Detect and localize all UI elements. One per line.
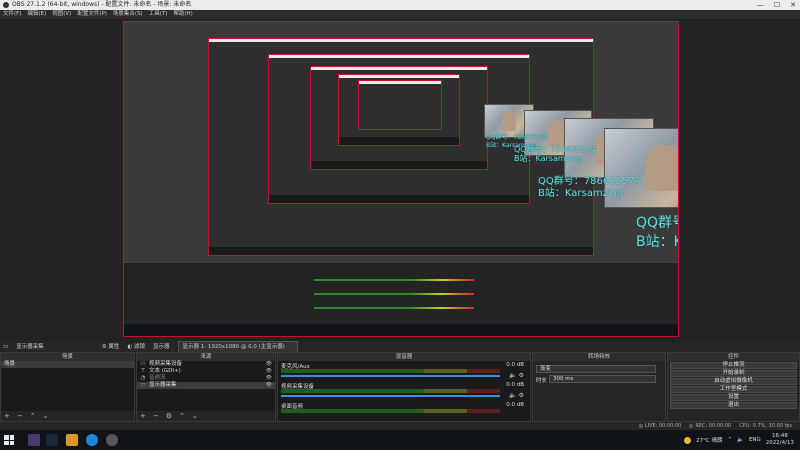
controls-dock: 控件 停止推流 开始录制 启动虚拟摄像机 工作室模式 设置 退出 [667, 352, 800, 422]
mixer-channel: 桌面音频 0.0 dB [278, 401, 530, 421]
up-icon[interactable]: ⌃ [179, 411, 185, 421]
filters-button[interactable]: ◐ 滤镜 [127, 342, 145, 352]
virtual-camera-button[interactable]: 启动虚拟摄像机 [670, 378, 797, 385]
live-status: LIVE: 00:00:00 [638, 422, 681, 430]
window-controls: — ☐ ✕ [757, 0, 796, 10]
properties-button[interactable]: ⚙ 属性 [102, 342, 120, 352]
preview-area: QQ群号：786635574 B站：Karsamzing QQ群号：786635… [0, 19, 800, 342]
source-item[interactable]: T 文本 (GDI+) 👁 [137, 368, 275, 375]
text-icon: T [141, 368, 145, 374]
source-toolbar: ▭ 显示器采集 ⚙ 属性 ◐ 滤镜 显示器 显示器 1: 1920x1080 @… [0, 341, 800, 353]
controls-header: 控件 [668, 353, 799, 361]
transitions-header: 转场特效 [533, 353, 665, 361]
minimize-button[interactable]: — [757, 0, 764, 10]
chevron-up-icon[interactable]: ⌃ [727, 437, 732, 443]
weather-icon [684, 436, 692, 444]
overlay-qq-text: QQ群号：786635574 [636, 215, 678, 231]
audio-icon: ◔ [140, 375, 146, 381]
remove-icon[interactable]: − [153, 411, 159, 421]
menu-profile[interactable]: 配置文件(P) [77, 10, 107, 19]
mixer-header: 混音器 [278, 353, 530, 361]
system-tray: 27°C 晴朗 ⌃ 🔈 ENG 16:48 2022/4/13 [684, 430, 794, 450]
menu-bar: 文件(F) 编辑(E) 视图(V) 配置文件(P) 场景集合(S) 工具(T) … [0, 10, 800, 19]
taskbar: 27°C 晴朗 ⌃ 🔈 ENG 16:48 2022/4/13 [0, 430, 800, 450]
add-icon[interactable]: + [140, 411, 146, 421]
scene-item[interactable]: 场景 [1, 361, 134, 368]
scenes-dock: 场景 场景 + − ⌃ ⌄ [0, 352, 135, 422]
menu-tools[interactable]: 工具(T) [149, 10, 168, 19]
stop-streaming-button[interactable]: 停止推流 [670, 362, 797, 369]
transitions-dock: 转场特效 渐变 时长 300 ms [532, 352, 666, 422]
steam-icon[interactable] [46, 434, 58, 446]
app-icon[interactable] [28, 434, 40, 446]
mixer-channel: 视频采集设备 0.0 dB 🔈 ⚙ [281, 382, 524, 399]
edge-icon[interactable] [86, 434, 98, 446]
obs-icon[interactable] [106, 434, 118, 446]
monitor-icon: ▭ [3, 344, 9, 350]
menu-edit[interactable]: 编辑(E) [27, 10, 46, 19]
close-button[interactable]: ✕ [790, 0, 796, 10]
speaker-icon[interactable]: 🔈 ⚙ [509, 372, 524, 379]
display-label: 显示器 [153, 344, 170, 350]
current-source-label: 显示器采集 [16, 344, 44, 350]
volume-slider[interactable] [281, 395, 500, 397]
scenes-header: 场景 [1, 353, 134, 361]
overlay-bilibili-text: B站：Karsamzing [538, 188, 624, 199]
source-item[interactable]: ▭ 视频采集设备 👁 [137, 361, 275, 368]
visibility-icon[interactable]: 👁 [266, 382, 272, 389]
menu-scene-collection[interactable]: 场景集合(S) [113, 10, 143, 19]
mixer-channel: 麦克风/Aux 0.0 dB 🔈 ⚙ [281, 362, 524, 379]
overlay-bilibili-text: B站：Karsamzing [636, 234, 678, 250]
nested-taskbar [124, 324, 678, 336]
sources-dock: 来源 ▭ 视频采集设备 👁 T 文本 (GDI+) 👁 ◔ 音频流 👁 ▭ 显示器采集 👁 + … [136, 352, 276, 422]
status-bar: LIVE: 00:00:00 REC: 00:00:00 CPU: 0.7%, … [0, 422, 800, 430]
app-icon[interactable] [66, 434, 78, 446]
exit-button[interactable]: 退出 [670, 402, 797, 409]
window-title: OBS 27.1.2 (64-bit, windows) - 配置文件: 未命名… [12, 1, 192, 8]
sources-header: 来源 [137, 353, 275, 361]
volume-meter [281, 369, 500, 373]
visibility-icon[interactable]: 👁 [266, 375, 272, 382]
title-bar: OBS 27.1.2 (64-bit, windows) - 配置文件: 未命名… [0, 0, 800, 10]
volume-meter [281, 409, 500, 413]
duration-label: 时长 [536, 378, 548, 384]
nested-capture-5 [358, 80, 442, 130]
audio-mixer-dock: 混音器 麦克风/Aux 0.0 dB 🔈 ⚙ 视频采集设备 0.0 dB 🔈 ⚙… [277, 352, 531, 422]
menu-help[interactable]: 帮助(H) [173, 10, 192, 19]
remove-icon[interactable]: − [17, 411, 23, 421]
speaker-icon[interactable]: 🔈 ⚙ [509, 392, 524, 399]
weather-text: 27°C 晴朗 [696, 438, 723, 444]
start-recording-button[interactable]: 开始录制 [670, 370, 797, 377]
camera-icon: ▭ [140, 361, 146, 367]
volume-meter [281, 389, 500, 393]
language-indicator[interactable]: ENG [749, 437, 761, 443]
visibility-icon[interactable]: 👁 [266, 368, 272, 375]
overlay-bilibili-text: B站：Karsamzing [514, 154, 583, 163]
down-icon[interactable]: ⌄ [192, 411, 198, 421]
obs-logo-icon [3, 2, 9, 8]
menu-view[interactable]: 视图(V) [52, 10, 71, 19]
up-icon[interactable]: ⌃ [30, 411, 36, 421]
duration-input[interactable]: 300 ms [549, 375, 656, 383]
down-icon[interactable]: ⌄ [43, 411, 49, 421]
studio-mode-button[interactable]: 工作室模式 [670, 386, 797, 393]
preview-canvas[interactable]: QQ群号：786635574 B站：Karsamzing QQ群号：786635… [123, 21, 679, 337]
monitor-icon: ▭ [140, 382, 146, 388]
maximize-button[interactable]: ☐ [774, 0, 780, 10]
volume-slider[interactable] [281, 375, 500, 377]
clock[interactable]: 16:48 2022/4/13 [766, 433, 794, 447]
visibility-icon[interactable]: 👁 [266, 361, 272, 368]
nested-dock-area [124, 262, 678, 324]
volume-icon[interactable]: 🔈 [737, 437, 744, 443]
menu-file[interactable]: 文件(F) [3, 10, 21, 19]
cpu-status: CPU: 0.7%, 30.00 fps [739, 423, 792, 429]
rec-status: REC: 00:00:00 [689, 422, 731, 430]
source-item[interactable]: ◔ 音频流 👁 [137, 375, 275, 382]
transition-select[interactable]: 渐变 [536, 365, 656, 373]
windows-start-icon[interactable] [4, 435, 14, 445]
source-item[interactable]: ▭ 显示器采集 👁 [137, 382, 275, 389]
add-icon[interactable]: + [4, 411, 10, 421]
gear-icon[interactable]: ⚙ [166, 411, 172, 421]
settings-button[interactable]: 设置 [670, 394, 797, 401]
